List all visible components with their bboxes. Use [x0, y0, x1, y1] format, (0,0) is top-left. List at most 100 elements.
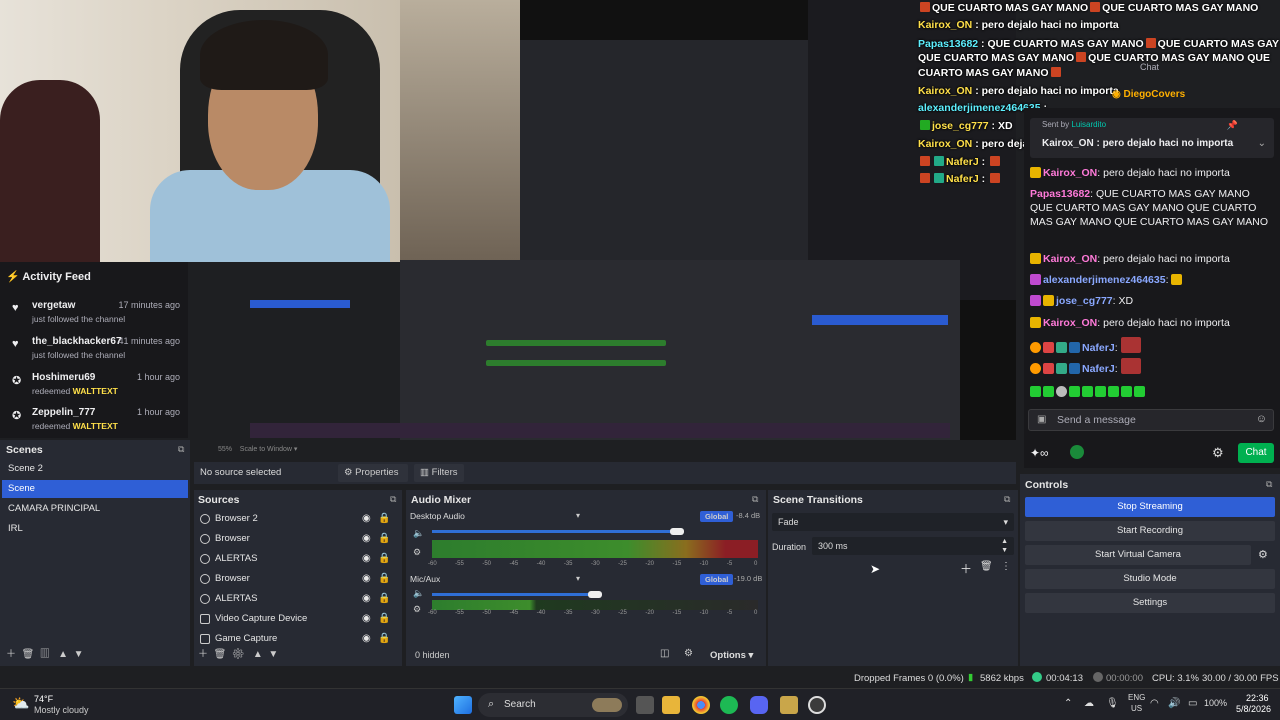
- lock-icon[interactable]: 🔒: [378, 509, 390, 529]
- activity-item[interactable]: ♥ the_blackhacker67 41 minutes ago just …: [0, 336, 188, 372]
- onedrive-icon[interactable]: ☁: [1084, 698, 1094, 709]
- start-recording-button[interactable]: Start Recording: [1025, 521, 1275, 541]
- source-item[interactable]: Browser 2 ◉ 🔒: [198, 509, 398, 529]
- eye-icon[interactable]: ◉: [362, 629, 371, 649]
- advanced-audio-icon[interactable]: ⚙: [684, 648, 693, 659]
- bits-icon[interactable]: ✦∞: [1030, 446, 1049, 460]
- lock-icon[interactable]: 🔒: [378, 549, 390, 569]
- more-vertical-icon[interactable]: ⋮: [1001, 561, 1011, 572]
- discord-icon[interactable]: [750, 696, 768, 714]
- trash-icon[interactable]: 🗑: [214, 649, 227, 660]
- gear-icon[interactable]: ⚙: [232, 649, 245, 660]
- source-item[interactable]: Browser ◉ 🔒: [198, 529, 398, 549]
- settings-button[interactable]: Settings: [1025, 593, 1275, 613]
- region-code[interactable]: US: [1131, 704, 1142, 713]
- dock-undock-icon[interactable]: ⧉: [752, 494, 758, 505]
- layout-toggle-icon[interactable]: ◫: [660, 648, 669, 659]
- dock-undock-icon[interactable]: ⧉: [390, 494, 396, 505]
- scene-item[interactable]: Scene 2: [2, 460, 188, 478]
- eye-icon[interactable]: ◉: [362, 609, 371, 629]
- eye-icon[interactable]: ◉: [362, 589, 371, 609]
- preview-zoom[interactable]: 55% Scale to Window ▾: [218, 445, 297, 453]
- source-item[interactable]: Video Capture Device ◉ 🔒: [198, 609, 398, 629]
- start-virtual-camera-button[interactable]: Start Virtual Camera: [1025, 545, 1251, 565]
- move-down-icon[interactable]: ▼: [74, 649, 84, 660]
- move-up-icon[interactable]: ▲: [253, 649, 263, 660]
- dock-undock-icon[interactable]: ⧉: [1004, 494, 1010, 505]
- add-icon[interactable]: ＋: [960, 560, 972, 577]
- trash-icon[interactable]: 🗑: [22, 649, 35, 660]
- file-explorer-icon[interactable]: [662, 696, 680, 714]
- activity-item[interactable]: ♥ vergetaw 17 minutes ago just followed …: [0, 300, 188, 336]
- lock-icon[interactable]: 🔒: [378, 589, 390, 609]
- lock-icon[interactable]: 🔒: [378, 609, 390, 629]
- obs-icon[interactable]: [808, 696, 826, 714]
- chat-settings-gear-icon[interactable]: ⚙: [1212, 445, 1224, 461]
- lock-icon[interactable]: 🔒: [378, 629, 390, 649]
- eye-icon[interactable]: ◉: [362, 549, 371, 569]
- chrome-icon[interactable]: [692, 696, 710, 714]
- channel-points-icon[interactable]: [1070, 445, 1084, 459]
- mic-volume-slider[interactable]: [432, 593, 595, 596]
- spotify-icon[interactable]: [720, 696, 738, 714]
- clock-date[interactable]: 5/8/2026: [1236, 704, 1271, 714]
- activity-item[interactable]: ✪ Hoshimeru69 1 hour ago redeemed WALTTE…: [0, 372, 188, 408]
- tray-chevron-up-icon[interactable]: ⌃: [1064, 698, 1072, 709]
- language-code[interactable]: ENG: [1128, 693, 1145, 702]
- mic-icon[interactable]: 🎙: [1106, 698, 1119, 709]
- clock-time[interactable]: 22:36: [1246, 693, 1269, 703]
- windows-start-icon[interactable]: [454, 696, 472, 714]
- audio-settings-icon[interactable]: ⚙: [413, 604, 421, 615]
- move-down-icon[interactable]: ▼: [268, 649, 278, 660]
- duration-input[interactable]: 300 ms ▲ ▼: [812, 537, 1014, 555]
- audio-settings-icon[interactable]: ⚙: [413, 547, 421, 558]
- eye-icon[interactable]: ◉: [362, 569, 371, 589]
- chat-send-button[interactable]: Chat: [1238, 443, 1274, 463]
- virtual-camera-settings-gear-icon[interactable]: ⚙: [1258, 548, 1268, 561]
- add-icon[interactable]: ＋: [6, 649, 16, 660]
- eye-icon[interactable]: ◉: [362, 529, 371, 549]
- speaker-icon[interactable]: 🔈: [413, 528, 424, 539]
- filters-button[interactable]: ▥ Filters: [414, 464, 464, 482]
- properties-button[interactable]: ⚙ Properties: [338, 464, 408, 482]
- scene-item-selected[interactable]: Scene: [2, 480, 188, 498]
- speaker-icon[interactable]: 🔈: [413, 588, 424, 599]
- volume-icon[interactable]: 🔊: [1168, 698, 1180, 709]
- weather-icon[interactable]: ⛅: [12, 695, 29, 712]
- activity-item[interactable]: ✪ Zeppelin_777 1 hour ago redeemed WALTT…: [0, 407, 188, 443]
- filter-icon[interactable]: ▥: [40, 649, 50, 660]
- studio-mode-button[interactable]: Studio Mode: [1025, 569, 1275, 589]
- chat-input[interactable]: ▣ Send a message ☺: [1028, 409, 1274, 431]
- preview-canvas[interactable]: [250, 0, 1016, 440]
- add-icon[interactable]: ＋: [198, 649, 208, 660]
- source-item[interactable]: ALERTAS ◉ 🔒: [198, 589, 398, 609]
- dock-undock-icon[interactable]: ⧉: [178, 444, 184, 455]
- lock-icon[interactable]: 🔒: [378, 569, 390, 589]
- channel-menu-icon[interactable]: ▾: [576, 511, 580, 520]
- pinned-message[interactable]: Sent by Luisardito Kairox_ON : pero deja…: [1030, 118, 1274, 158]
- app-icon[interactable]: [780, 696, 798, 714]
- stop-streaming-button[interactable]: Stop Streaming: [1025, 497, 1275, 517]
- desktop-audio-volume-slider[interactable]: [432, 530, 677, 533]
- source-item[interactable]: Browser ◉ 🔒: [198, 569, 398, 589]
- dock-undock-icon[interactable]: ⧉: [1266, 479, 1272, 490]
- mic-volume-knob[interactable]: [588, 591, 602, 598]
- channel-menu-icon[interactable]: ▾: [576, 574, 580, 583]
- source-item[interactable]: ALERTAS ◉ 🔒: [198, 549, 398, 569]
- desktop-audio-volume-knob[interactable]: [669, 528, 684, 535]
- scene-item[interactable]: CAMARA PRINCIPAL: [2, 500, 188, 518]
- battery-icon[interactable]: ▭: [1188, 698, 1197, 709]
- options-button[interactable]: Options ▾: [710, 650, 753, 661]
- task-view-icon[interactable]: [636, 696, 654, 714]
- lock-icon[interactable]: 🔒: [378, 529, 390, 549]
- transition-type-select[interactable]: Fade ▾: [772, 513, 1014, 531]
- trash-icon[interactable]: 🗑: [980, 561, 993, 572]
- pin-icon[interactable]: 📌: [1227, 120, 1238, 131]
- taskbar-search[interactable]: ⌕ Search: [478, 693, 628, 717]
- emote-picker-icon[interactable]: ☺: [1256, 413, 1267, 425]
- move-up-icon[interactable]: ▲: [58, 649, 68, 660]
- chevron-down-icon[interactable]: ⌄: [1258, 138, 1266, 149]
- wifi-icon[interactable]: ◠: [1150, 698, 1159, 709]
- eye-icon[interactable]: ◉: [362, 509, 371, 529]
- scene-item[interactable]: IRL: [2, 520, 188, 538]
